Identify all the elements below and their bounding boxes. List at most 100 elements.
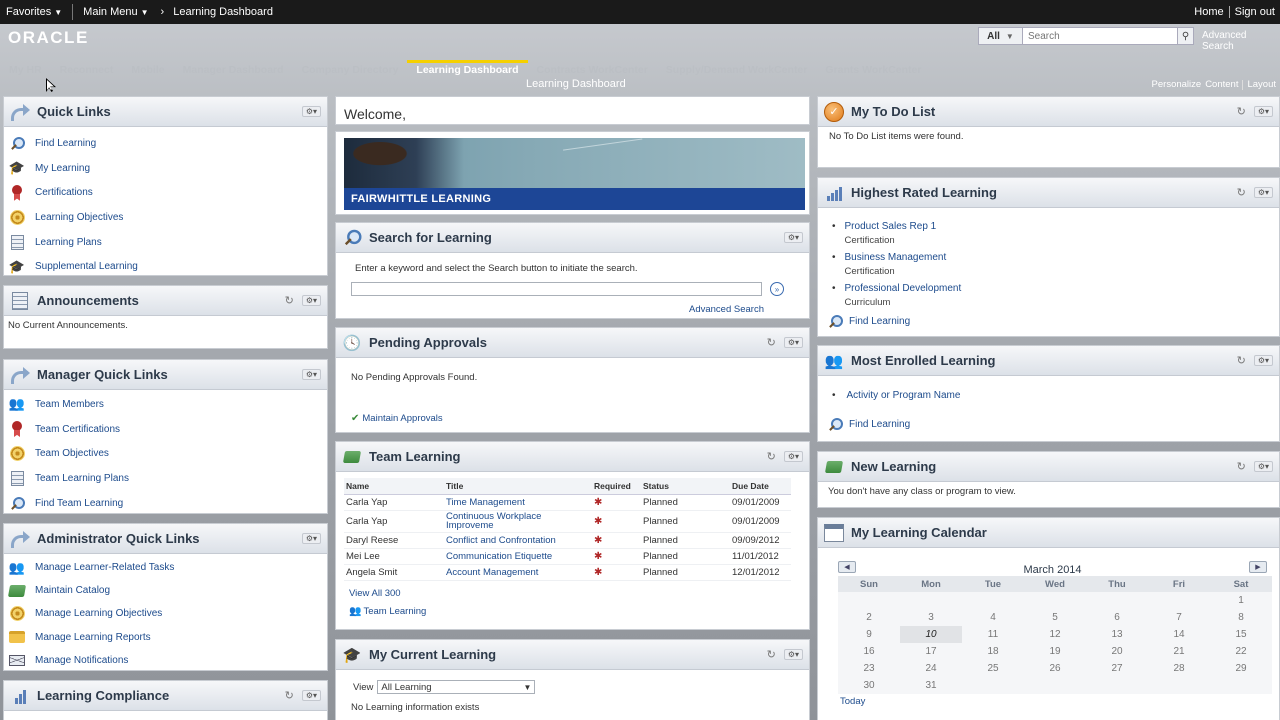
title-link[interactable]: Communication Etiquette — [444, 548, 592, 565]
calendar-day[interactable]: 21 — [1148, 643, 1210, 660]
title-link[interactable]: Conflict and Confrontation — [444, 532, 592, 549]
maintain-approvals-row[interactable]: ✔ Maintain Approvals — [336, 383, 809, 424]
refresh-icon[interactable]: ↻ — [1237, 105, 1246, 118]
certifications-link[interactable]: Certifications — [35, 187, 93, 198]
list-item[interactable]: Find Team Learning — [8, 491, 323, 516]
list-item[interactable]: Certifications — [8, 180, 323, 205]
sign-out-link[interactable]: Sign out — [1230, 6, 1280, 18]
view-select[interactable]: All Learning ▼ — [377, 680, 536, 694]
list-item[interactable]: Learning Plans — [8, 230, 323, 255]
team-learning-plans-link[interactable]: Team Learning Plans — [35, 473, 129, 484]
tab-grants-workcenter[interactable]: Grants WorkCenter — [816, 60, 930, 80]
list-item[interactable]: Team Objectives — [8, 441, 323, 466]
refresh-icon[interactable]: ↻ — [767, 336, 776, 349]
refresh-icon[interactable]: ↻ — [1237, 460, 1246, 473]
gear-icon[interactable]: ⚙▾ — [301, 533, 321, 544]
calendar-day[interactable]: 29 — [1210, 660, 1272, 677]
refresh-icon[interactable]: ↻ — [767, 648, 776, 661]
next-month-button[interactable]: ▶ — [1249, 561, 1267, 573]
gear-icon[interactable]: ⚙▾ — [1253, 187, 1273, 198]
calendar-day[interactable]: 18 — [962, 643, 1024, 660]
calendar-day[interactable]: 26 — [1024, 660, 1086, 677]
tab-mobile[interactable]: Mobile — [122, 60, 173, 80]
team-learning-link[interactable]: Team Learning — [363, 606, 426, 617]
calendar-day[interactable]: 11 — [962, 626, 1024, 643]
title-link[interactable]: Account Management — [444, 564, 592, 581]
gear-icon[interactable]: ⚙▾ — [301, 295, 321, 306]
column-header[interactable]: Name — [344, 478, 444, 495]
calendar-day[interactable]: 6 — [1086, 609, 1148, 626]
learning-plans-link[interactable]: Learning Plans — [35, 237, 102, 248]
list-item[interactable]: 🎓 My Learning — [8, 156, 323, 181]
gear-icon[interactable]: ⚙▾ — [783, 451, 803, 462]
find-learning-row[interactable]: Find Learning — [818, 308, 1279, 330]
gear-icon[interactable]: ⚙▾ — [1253, 106, 1273, 117]
calendar-day[interactable]: 22 — [1210, 643, 1272, 660]
tab-manager-dashboard[interactable]: Manager Dashboard — [174, 60, 293, 80]
calendar-day[interactable]: 15 — [1210, 626, 1272, 643]
refresh-icon[interactable]: ↻ — [285, 294, 294, 307]
search-scope-select[interactable]: All ▼ — [979, 28, 1023, 44]
layout-link[interactable]: Layout — [1247, 79, 1276, 90]
calendar-day[interactable]: 4 — [962, 609, 1024, 626]
main-menu[interactable]: Main Menu ▼ — [77, 6, 154, 18]
list-item[interactable]: Team Certifications — [8, 417, 323, 442]
calendar-day[interactable]: 31 — [900, 677, 962, 694]
view-all-link[interactable]: View All 300 — [336, 581, 809, 599]
search-icon[interactable]: ⚲ — [1177, 28, 1193, 44]
find-team-learning-link[interactable]: Find Team Learning — [35, 498, 123, 509]
gear-icon[interactable]: ⚙▾ — [783, 337, 803, 348]
calendar-day[interactable]: 23 — [838, 660, 900, 677]
calendar-day[interactable]: 19 — [1024, 643, 1086, 660]
column-header[interactable]: Status — [641, 478, 730, 495]
list-item[interactable]: 👥 Team Members — [8, 392, 323, 417]
advanced-search-link[interactable]: Advanced Search — [336, 304, 809, 315]
calendar-day[interactable]: 8 — [1210, 609, 1272, 626]
manage-learning-objectives-link[interactable]: Manage Learning Objectives — [35, 608, 162, 619]
team-members-link[interactable]: Team Members — [35, 399, 104, 410]
refresh-icon[interactable]: ↻ — [1237, 186, 1246, 199]
calendar-day[interactable]: 16 — [838, 643, 900, 660]
find-learning-link[interactable]: Find Learning — [35, 138, 96, 149]
gear-icon[interactable]: ⚙▾ — [301, 690, 321, 701]
column-header[interactable]: Required — [592, 478, 641, 495]
learning-search-input[interactable] — [351, 282, 762, 296]
refresh-icon[interactable]: ↻ — [767, 450, 776, 463]
manage-notifications-link[interactable]: Manage Notifications — [35, 655, 128, 666]
calendar-day[interactable]: 3 — [900, 609, 962, 626]
find-learning-link[interactable]: Find Learning — [849, 316, 910, 327]
team-certifications-link[interactable]: Team Certifications — [35, 424, 120, 435]
gear-icon[interactable]: ⚙▾ — [783, 649, 803, 660]
list-item[interactable]: 🎓 Supplemental Learning — [8, 254, 323, 279]
tab-my-hr[interactable]: My HR — [0, 60, 51, 80]
learning-item-link[interactable]: Product Sales Rep 1 — [845, 221, 937, 232]
favorites-menu[interactable]: Favorites ▼ — [0, 6, 68, 18]
calendar-day[interactable]: 30 — [838, 677, 900, 694]
list-item[interactable]: Manage Learning Objectives — [8, 602, 323, 625]
title-link[interactable]: Continuous Workplace Improveme — [444, 510, 592, 533]
calendar-day[interactable]: 24 — [900, 660, 962, 677]
advanced-search-link[interactable]: Advanced Search — [1202, 30, 1280, 52]
gear-icon[interactable]: ⚙▾ — [1253, 355, 1273, 366]
manage-learning-reports-link[interactable]: Manage Learning Reports — [35, 632, 151, 643]
column-header[interactable]: Title — [444, 478, 592, 495]
supplemental-learning-link[interactable]: Supplemental Learning — [35, 261, 138, 272]
calendar-day[interactable]: 7 — [1148, 609, 1210, 626]
maintain-catalog-link[interactable]: Maintain Catalog — [35, 585, 110, 596]
gear-icon[interactable]: ⚙▾ — [1253, 461, 1273, 472]
gear-icon[interactable]: ⚙▾ — [783, 232, 803, 243]
content-link[interactable]: Content — [1205, 79, 1238, 90]
learning-item-link[interactable]: Business Management — [845, 252, 947, 263]
calendar-day[interactable]: 1 — [1210, 592, 1272, 609]
calendar-day[interactable]: 20 — [1086, 643, 1148, 660]
learning-item-link[interactable]: Activity or Program Name — [847, 390, 961, 401]
calendar-day[interactable]: 14 — [1148, 626, 1210, 643]
calendar-day[interactable]: 9 — [838, 626, 900, 643]
search-go-icon[interactable]: » — [770, 282, 784, 296]
find-learning-row[interactable]: Find Learning — [818, 401, 1279, 433]
previous-month-button[interactable]: ◀ — [838, 561, 856, 573]
column-header[interactable]: Due Date — [730, 478, 791, 495]
tab-reconnect[interactable]: Reconnect — [51, 60, 123, 80]
team-objectives-link[interactable]: Team Objectives — [35, 448, 109, 459]
list-item[interactable]: Maintain Catalog — [7, 579, 323, 602]
